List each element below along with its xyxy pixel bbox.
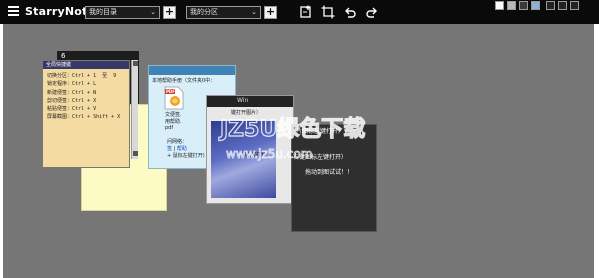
dark-theme-swatch[interactable] <box>519 1 528 10</box>
help-links: 签 | 帮助 <box>167 145 187 152</box>
pdf-file-icon[interactable]: PDF <box>163 86 185 110</box>
redo-icon[interactable] <box>365 5 379 19</box>
scroll-up-icon[interactable] <box>133 61 138 66</box>
chevron-down-icon: ⌄ <box>150 8 156 16</box>
help-link-prefix: 问网络： <box>167 139 188 145</box>
shortcut-line: 锁定程序：Ctrl + L <box>47 81 97 88</box>
help-file-line: 用帮助. <box>165 119 182 125</box>
help-file-line: pdf <box>165 125 174 131</box>
right-frame <box>594 24 599 278</box>
undo-icon[interactable] <box>343 5 357 19</box>
watermark-url: www.jz5u.com <box>226 147 312 161</box>
shortcut-line: 剪切便签：Ctrl + X <box>47 97 97 104</box>
chevron-down-icon: ⌄ <box>251 8 257 16</box>
blue-theme-swatch[interactable] <box>531 1 540 10</box>
directory-select[interactable]: 我的目录 ⌄ <box>85 6 160 19</box>
top-toolbar: StarryNote 我的目录 ⌄ + 我的分区 ⌄ + <box>0 0 599 24</box>
help-note-tail: + 鼠标左键打开) <box>167 153 205 159</box>
shortcut-line: 新建便签：Ctrl + N <box>47 89 97 96</box>
help-note-header <box>149 66 235 75</box>
scroll-down-icon[interactable] <box>133 151 138 156</box>
note-number: 6 <box>61 52 66 60</box>
watermark-brand: JZ5U绿色下载 <box>218 116 365 142</box>
shortcuts-note-title: 全局快捷键 <box>43 61 129 69</box>
add-directory-button[interactable]: + <box>163 6 176 19</box>
site-watermark: JZ5U绿色下载 www.jz5u.com <box>218 115 366 161</box>
help-file-line: 文便签. <box>165 112 182 118</box>
hamburger-menu-icon[interactable] <box>8 6 19 17</box>
new-note-icon[interactable] <box>299 5 313 19</box>
gray-theme-swatch[interactable] <box>507 1 516 10</box>
white-theme-swatch[interactable] <box>495 1 504 10</box>
shortcut-line: 粘贴便签：Ctrl + V <box>47 106 97 113</box>
directory-select-value: 我的目录 <box>89 8 117 16</box>
category-select-value: 我的分区 <box>190 8 218 16</box>
shortcut-line: 切换分区：Ctrl + 1 至 9 <box>47 73 117 79</box>
close-button[interactable] <box>570 1 579 10</box>
window-controls <box>546 1 579 10</box>
maximize-button[interactable] <box>558 1 567 10</box>
screenshot-icon[interactable] <box>321 5 335 19</box>
shortcuts-note[interactable]: 全局快捷键 切换分区：Ctrl + 1 至 9 锁定程序：Ctrl + L 新建… <box>42 60 130 168</box>
minimize-button[interactable] <box>546 1 555 10</box>
help-note-line: 本地帮助手册（文件夹0中： <box>152 78 216 84</box>
category-select[interactable]: 我的分区 ⌄ <box>186 6 261 19</box>
pdf-badge: PDF <box>166 89 175 94</box>
color-swatches <box>495 1 540 10</box>
photo-note-header-text: Win <box>237 97 249 104</box>
left-frame <box>0 24 3 278</box>
photo-note-header: Win <box>207 96 293 107</box>
shortcuts-scrollbar[interactable] <box>131 60 138 159</box>
add-category-button[interactable]: + <box>264 6 277 19</box>
shortcuts-list: 切换分区：Ctrl + 1 至 9 锁定程序：Ctrl + L 新建便签：Ctr… <box>43 69 129 122</box>
shortcut-line: 屏幕截图：Ctrl + Shift + X <box>47 114 121 121</box>
